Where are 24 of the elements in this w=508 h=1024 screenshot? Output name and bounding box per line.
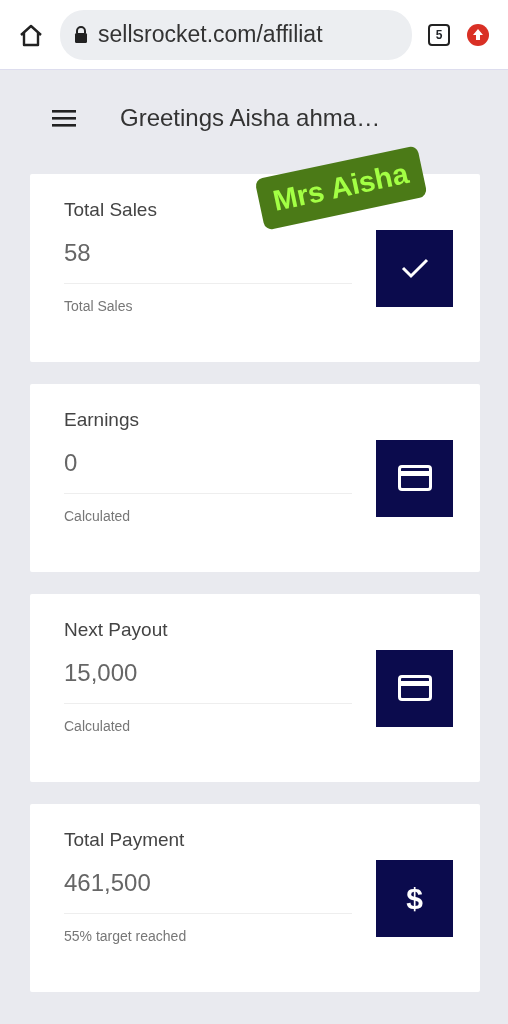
card-title: Next Payout xyxy=(64,619,168,640)
greeting-title: Greetings Aisha ahma… xyxy=(120,103,381,133)
card-title: Total Sales xyxy=(64,199,157,220)
credit-card-icon xyxy=(376,649,453,727)
credit-card-icon xyxy=(376,439,453,517)
check-icon xyxy=(376,229,453,307)
lock-icon xyxy=(74,26,88,43)
card-title: Earnings xyxy=(64,409,139,430)
upload-icon[interactable] xyxy=(466,22,490,47)
dollar-icon: $ xyxy=(376,859,453,937)
card-title: Total Payment xyxy=(64,829,185,850)
stat-caption: Total Sales xyxy=(64,297,133,314)
home-icon[interactable] xyxy=(18,22,44,47)
stat-value: 15,000 xyxy=(64,658,138,686)
stat-caption: Calculated xyxy=(64,507,131,524)
menu-icon[interactable] xyxy=(52,109,76,127)
stat-caption: Calculated xyxy=(64,717,131,734)
stat-value: 58 xyxy=(64,238,91,266)
url-text: sellsrocket.com/affiliat xyxy=(98,20,323,50)
tab-count-button[interactable]: 5 xyxy=(428,23,450,46)
stat-value: 0 xyxy=(64,448,78,476)
stat-value: 461,500 xyxy=(64,868,151,896)
stat-caption: 55% target reached xyxy=(64,927,187,944)
address-bar[interactable]: sellsrocket.com/affiliat xyxy=(60,9,412,60)
